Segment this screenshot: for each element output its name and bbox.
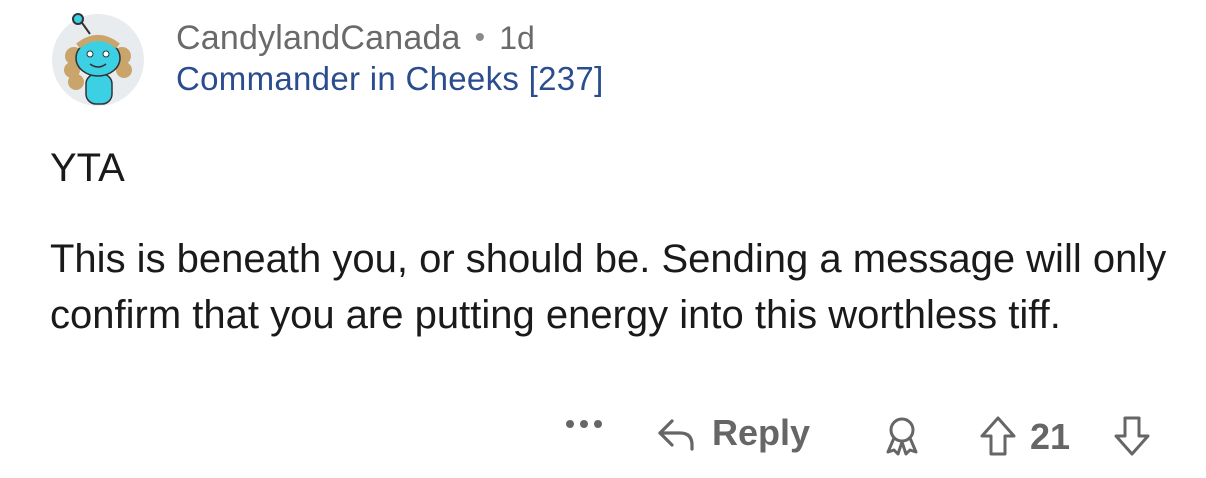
- comment-age: 1d: [499, 19, 535, 56]
- comment-meta: CandylandCanada • 1d Commander in Cheeks…: [176, 16, 604, 98]
- upvote-icon: [980, 416, 1016, 456]
- downvote-icon: [1114, 416, 1150, 456]
- comment-paragraph: This is beneath you, or should be. Sendi…: [50, 237, 1167, 337]
- snoo-avatar-icon: [52, 13, 144, 106]
- comment-body: YTA This is beneath you, or should be. S…: [50, 140, 1180, 343]
- downvote-button[interactable]: [1112, 414, 1152, 458]
- avatar[interactable]: [50, 12, 146, 108]
- reply-label: Reply: [712, 412, 811, 453]
- reply-arrow-icon: [658, 419, 694, 451]
- comment-actions: Reply 21: [0, 408, 1206, 468]
- upvote-button[interactable]: [978, 414, 1018, 458]
- award-button[interactable]: [880, 414, 924, 458]
- meta-separator: •: [474, 21, 486, 54]
- reply-button[interactable]: Reply: [656, 412, 810, 454]
- username-link[interactable]: CandylandCanada: [176, 19, 461, 58]
- more-options-icon[interactable]: [566, 420, 602, 428]
- award-icon: [886, 417, 918, 456]
- user-flair: Commander in Cheeks [237]: [176, 60, 604, 97]
- vote-score: 21: [1030, 416, 1071, 457]
- comment-paragraph: YTA: [50, 146, 125, 190]
- meta-row: CandylandCanada • 1d: [176, 16, 604, 60]
